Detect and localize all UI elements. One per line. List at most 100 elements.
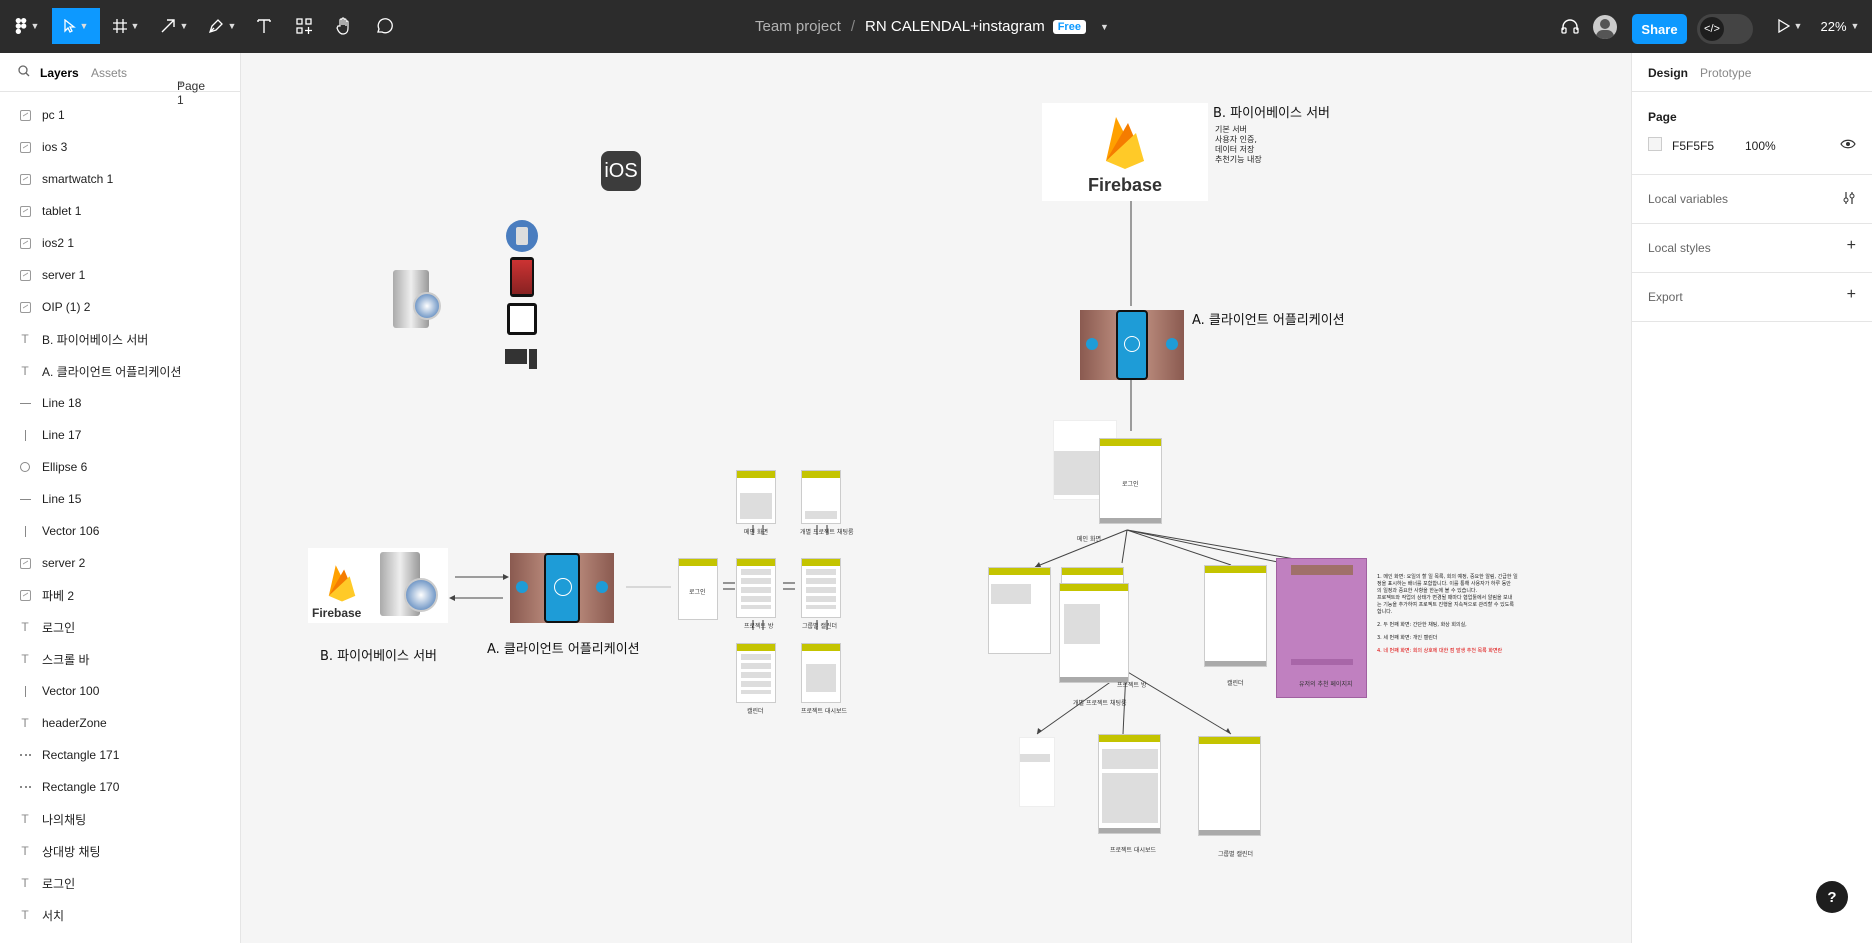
wireframe-chat-tree[interactable] — [988, 567, 1051, 654]
plan-badge[interactable]: Free — [1052, 19, 1086, 34]
layer-row[interactable]: Rectangle 170 — [0, 771, 240, 803]
layer-row[interactable]: Line 17 — [0, 419, 240, 451]
layer-row[interactable]: T 나의채팅 — [0, 803, 240, 835]
layer-row[interactable]: T A. 클라이언트 어플리케이션 — [0, 355, 240, 387]
react-app-image-top[interactable] — [1080, 310, 1184, 380]
wireframe-recommend-page[interactable] — [1276, 558, 1367, 698]
layer-row[interactable]: T 상대방 채팅 — [0, 835, 240, 867]
smartwatch-image[interactable] — [506, 220, 538, 252]
layer-label: B. 파이어베이스 서버 — [42, 332, 149, 347]
wireframe-dashboard-tree[interactable] — [1098, 734, 1161, 834]
server-image[interactable] — [391, 268, 443, 332]
wireframe-calendar[interactable] — [736, 643, 776, 703]
file-name[interactable]: RN CALENDAL+instagram — [865, 18, 1045, 35]
layer-row[interactable]: pc 1 — [0, 99, 240, 131]
variables-icon[interactable] — [1842, 191, 1856, 208]
layer-row[interactable]: 파베 2 — [0, 579, 240, 611]
phone-image[interactable] — [510, 257, 534, 297]
present-button[interactable]: ▼ — [1772, 8, 1808, 44]
add-export-plus-icon[interactable]: + — [1847, 286, 1856, 304]
text-tool-button[interactable] — [252, 8, 276, 44]
wireframe-chat-small[interactable] — [1019, 737, 1055, 807]
wireframe-group-calendar-tree[interactable] — [1198, 736, 1261, 836]
chevron-down-icon: ▼ — [1793, 21, 1803, 31]
wireframe-login[interactable]: 로그인 — [678, 558, 718, 620]
layer-row[interactable]: T 스크롤 바 — [0, 643, 240, 675]
layer-row[interactable]: Ellipse 6 — [0, 451, 240, 483]
page-opacity-value[interactable]: 100% — [1745, 139, 1776, 153]
canvas[interactable]: iOS Firebase B. 파이어베이스 서버 기본 서버 사용자 인증, … — [241, 53, 1631, 943]
pc-image[interactable] — [505, 349, 539, 371]
server-title-bottom[interactable]: B. 파이어베이스 서버 — [320, 645, 437, 664]
feature-notes[interactable]: 1. 메인 화면: 요일의 할 일 목록, 회의 예정, 중요한 알림, 긴급한… — [1377, 574, 1537, 655]
layer-row[interactable]: server 1 — [0, 259, 240, 291]
page-color-value[interactable]: F5F5F5 — [1672, 139, 1714, 153]
add-style-plus-icon[interactable]: + — [1847, 237, 1856, 255]
local-styles-section[interactable]: Local styles + — [1632, 224, 1872, 273]
firebase-server-image[interactable]: Firebase — [308, 548, 448, 623]
comment-tool-button[interactable] — [372, 8, 396, 44]
tab-layers[interactable]: Layers — [40, 66, 79, 80]
move-tool-button[interactable]: ▼ — [52, 8, 100, 44]
frame-tool-button[interactable]: ▼ — [108, 8, 144, 44]
arrow-icon — [161, 19, 175, 33]
layer-row[interactable]: T 로그인 — [0, 611, 240, 643]
layer-row[interactable]: Line 18 — [0, 387, 240, 419]
resources-tool-button[interactable] — [292, 8, 316, 44]
search-icon[interactable] — [18, 65, 30, 80]
audio-button[interactable] — [1558, 8, 1582, 44]
wireframe-chat[interactable] — [801, 470, 841, 524]
main-menu-button[interactable]: ▼ — [10, 8, 44, 44]
layer-row[interactable]: Line 15 — [0, 483, 240, 515]
tab-assets[interactable]: Assets — [91, 66, 127, 80]
layer-row[interactable]: ios 3 — [0, 131, 240, 163]
layer-row[interactable]: T B. 파이어베이스 서버 — [0, 323, 240, 355]
breadcrumb-team[interactable]: Team project — [755, 18, 841, 35]
wireframe-project-room-tree[interactable] — [1059, 583, 1129, 683]
react-app-image-bottom[interactable] — [510, 553, 614, 623]
shape-tool-button[interactable]: ▼ — [156, 8, 192, 44]
dev-mode-toggle[interactable]: </> — [1697, 14, 1753, 44]
wireframe-dashboard[interactable] — [801, 643, 841, 703]
left-panel-tabs: Layers Assets Page 1 ▼ — [0, 53, 240, 107]
tab-design[interactable]: Design — [1648, 66, 1688, 80]
wireframe-login-tree[interactable]: 로그인 — [1099, 438, 1162, 524]
layer-row[interactable]: Vector 106 — [0, 515, 240, 547]
layer-row[interactable]: Rectangle 171 — [0, 739, 240, 771]
layer-row[interactable]: smartwatch 1 — [0, 163, 240, 195]
help-button[interactable]: ? — [1816, 881, 1848, 913]
tablet-image[interactable] — [507, 303, 537, 335]
layer-label: Line 18 — [42, 396, 82, 410]
eye-icon[interactable] — [1840, 138, 1856, 153]
layer-row[interactable]: ios2 1 — [0, 227, 240, 259]
code-icon: </> — [1700, 17, 1724, 41]
client-title-top[interactable]: A. 클라이언트 어플리케이션 — [1192, 309, 1345, 328]
pen-tool-button[interactable]: ▼ — [204, 8, 240, 44]
firebase-logo-top[interactable]: Firebase — [1042, 103, 1208, 201]
ios-logo[interactable]: iOS — [601, 151, 641, 191]
file-menu-chevron-icon[interactable]: ▼ — [1100, 22, 1109, 32]
layer-row[interactable]: server 2 — [0, 547, 240, 579]
layer-label: headerZone — [42, 716, 107, 730]
hand-tool-button[interactable] — [332, 8, 356, 44]
layer-row[interactable]: Vector 100 — [0, 675, 240, 707]
wireframe-main[interactable] — [736, 470, 776, 524]
export-section[interactable]: Export + — [1632, 273, 1872, 322]
tab-prototype[interactable]: Prototype — [1700, 66, 1751, 80]
avatar[interactable] — [1593, 15, 1617, 39]
layer-row[interactable]: tablet 1 — [0, 195, 240, 227]
local-variables-section[interactable]: Local variables — [1632, 175, 1872, 224]
layer-row[interactable]: TheaderZone — [0, 707, 240, 739]
wireframe-calendar-tree[interactable] — [1204, 565, 1267, 667]
layer-row[interactable]: OIP (1) 2 — [0, 291, 240, 323]
server-title-top[interactable]: B. 파이어베이스 서버 — [1213, 102, 1330, 121]
zoom-control[interactable]: 22% ▼ — [1818, 8, 1862, 44]
layer-row[interactable]: T 로그인 — [0, 867, 240, 899]
share-button[interactable]: Share — [1632, 14, 1687, 44]
page-color-swatch[interactable] — [1648, 137, 1662, 151]
layer-label: Rectangle 170 — [42, 780, 120, 794]
layer-row[interactable]: T 서치 — [0, 899, 240, 931]
client-title-bottom[interactable]: A. 클라이언트 어플리케이션 — [487, 638, 640, 657]
layer-label: 로그인 — [42, 876, 76, 891]
server-notes[interactable]: 기본 서버 사용자 인증, 데이터 저장 추천기능 내장 — [1215, 125, 1262, 165]
